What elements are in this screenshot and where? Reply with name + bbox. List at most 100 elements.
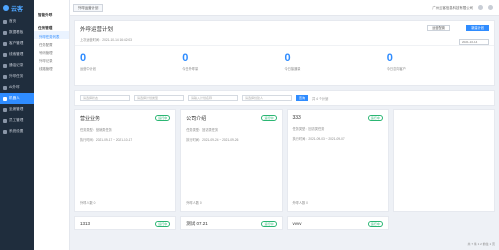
stat-connected: 0 今日接通量 — [285, 46, 387, 85]
sidebar-item-label: 机器人 — [9, 96, 20, 100]
submenu-item[interactable]: 任务配置 — [34, 39, 69, 47]
brand-name: 云客 — [11, 6, 24, 13]
plan-card-mini[interactable]: 1313 运行中 — [74, 216, 177, 230]
sidebar-item-label: AI外呼 — [9, 85, 20, 89]
status-badge: 运行中 — [155, 221, 171, 227]
sidebar-item-label: 外呼任务 — [9, 74, 24, 78]
sidebar-item-settings[interactable]: 系统设置 — [0, 126, 34, 137]
submenu-section-title: 智能外呼 — [38, 13, 53, 17]
stat-label: 今日意向客户 — [386, 67, 406, 71]
plan-time: 执行时间：2021-09-24 ~ 2021-09-26 — [186, 138, 239, 142]
avatar[interactable] — [488, 5, 493, 10]
plan-calls: 外呼人数 0 — [292, 201, 308, 205]
phone-icon — [3, 63, 7, 68]
sidebar-item-customers[interactable]: 客户管理 — [0, 38, 34, 49]
overview-card: 外呼运营计划 上次运营时间：2021-10-14 16:42:03 运营配置 新… — [74, 20, 495, 86]
sidebar-item-label: 通话记录 — [9, 63, 24, 67]
sidebar-item-calls[interactable]: 通话记录 — [0, 60, 34, 71]
page-header: 外呼运营计划 上次运营时间：2021-10-14 16:42:03 运营配置 新… — [75, 21, 494, 45]
status-badge: 运行中 — [155, 115, 171, 121]
plan-grid-row-2: 1313 运行中 测试 07.21 运行中 vvvv 运行中 — [74, 216, 495, 230]
app: 云客 首页 数据看板 客户管理 线索管理 通话记录 外呼任务 AI外呼 机器人 … — [0, 0, 499, 250]
stat-label: 今日接通量 — [284, 67, 301, 71]
submenu-section-title: 任务管理 — [38, 26, 53, 30]
pagination[interactable]: 共 7 条 1 2 前往 1 页 — [467, 242, 495, 246]
leads-icon — [3, 52, 7, 57]
last-run-time: 上次运营时间：2021-10-14 16:42:03 — [80, 38, 132, 42]
stat-intent: 0 今日意向客户 — [387, 46, 489, 85]
sidebar-item-tasks[interactable]: 外呼任务 — [0, 71, 34, 82]
sidebar-item-label: 系统设置 — [9, 129, 24, 133]
submenu-item[interactable]: 外呼记录 — [34, 55, 69, 63]
brand-logo[interactable]: 云客 — [0, 0, 34, 16]
date-picker[interactable]: 2021-10-14 — [459, 39, 489, 45]
chart-icon — [3, 30, 7, 35]
sidebar-item-robot[interactable]: 机器人 — [0, 93, 34, 104]
sidebar-item-label: 客户管理 — [9, 41, 24, 45]
sidebar-item-label: 首页 — [9, 19, 17, 23]
gear-icon — [3, 129, 7, 134]
robot-icon — [3, 85, 7, 90]
type-select[interactable]: 请选择计划类型 — [134, 95, 184, 101]
plan-card[interactable]: 公司介绍 运行中 任务类型：回访类任务 执行时间：2021-09-24 ~ 20… — [180, 109, 283, 212]
stat-label: 运营中计划 — [80, 67, 96, 71]
bell-icon[interactable] — [478, 5, 483, 10]
name-input[interactable]: 请输入计划名称 — [188, 95, 238, 101]
sidebar-item-label: 坐席管理 — [9, 107, 24, 111]
company-name[interactable]: 广州云客信息科技有限公司 — [432, 5, 473, 10]
submenu-item[interactable]: 号码管理 — [34, 47, 69, 55]
plan-type: 任务类型：回访类任务 — [292, 127, 325, 131]
creator-select[interactable]: 请选择创建人 — [242, 95, 292, 101]
sidebar-item-label: 员工管理 — [9, 118, 24, 122]
plan-type: 任务类型：回访类任务 — [186, 128, 219, 132]
secondary-sidebar: 智能外呼 任务管理 外呼任务列表 任务配置 号码管理 外呼记录 线路管理 — [34, 0, 70, 250]
sidebar-item-agents[interactable]: 坐席管理 — [0, 104, 34, 115]
submenu-item[interactable]: 线路管理 — [34, 63, 69, 71]
status-badge: 运行中 — [261, 115, 277, 121]
plan-card-empty — [392, 109, 495, 212]
plan-card-mini[interactable]: 测试 07.21 运行中 — [180, 216, 283, 230]
stats-row: 2021-10-14 0 运营中计划 0 今日外呼量 0 今日接通量 0 今日意向客户 — [75, 39, 494, 85]
stat-value: 0 — [284, 52, 291, 64]
sidebar-item-home[interactable]: 首页 — [0, 16, 34, 27]
stat-value: 0 — [80, 52, 87, 64]
status-badge: 运行中 — [367, 221, 383, 227]
plan-card[interactable]: 333 运行中 任务类型：回访类任务 执行时间：2021-09-03 ~ 202… — [286, 109, 389, 212]
filter-bar: 请选择状态 请选择计划类型 请输入计划名称 请选择创建人 查询 共 4 个计划 — [74, 90, 495, 106]
status-select[interactable]: 请选择状态 — [80, 95, 130, 101]
sidebar-item-staff[interactable]: 员工管理 — [0, 115, 34, 126]
query-button[interactable]: 查询 — [296, 95, 309, 101]
tab-outbound-plan[interactable]: 外呼运营计划 — [73, 4, 104, 12]
headset-icon — [3, 107, 7, 112]
sidebar-item-label: 线索管理 — [9, 52, 24, 56]
plan-title: 1313 — [80, 221, 91, 226]
plan-time: 执行时间：2021-09-17 ~ 2021-10-17 — [80, 138, 133, 142]
plan-card-mini[interactable]: vvvv 运行中 — [286, 216, 389, 230]
submenu-item[interactable]: 外呼任务列表 — [34, 31, 69, 39]
status-badge: 运行中 — [261, 221, 277, 227]
plan-calls: 外呼人数 0 — [80, 201, 96, 205]
sidebar-item-dashboard[interactable]: 数据看板 — [0, 27, 34, 38]
stat-running: 0 运营中计划 — [80, 46, 182, 85]
plan-card-mini-empty — [393, 216, 495, 230]
users-icon — [3, 41, 7, 46]
new-plan-button[interactable]: 新建计划 — [466, 25, 489, 31]
bot-icon — [3, 96, 7, 101]
plan-card[interactable]: 营业业务 运行中 任务类型：营销类任务 执行时间：2021-09-17 ~ 20… — [74, 109, 177, 212]
sidebar-item-leads[interactable]: 线索管理 — [0, 49, 34, 60]
stat-calls: 0 今日外呼量 — [182, 46, 284, 85]
sidebar-item-label: 数据看板 — [9, 30, 24, 34]
logo-icon — [3, 5, 9, 11]
stat-label: 今日外呼量 — [182, 67, 199, 71]
sidebar-item-ai-call[interactable]: AI外呼 — [0, 82, 34, 93]
stat-value: 0 — [386, 52, 393, 64]
config-button[interactable]: 运营配置 — [427, 25, 450, 31]
status-badge: 运行中 — [367, 115, 383, 121]
task-icon — [3, 74, 7, 79]
plan-title: 测试 07.21 — [186, 221, 208, 226]
plan-grid: 营业业务 运行中 任务类型：营销类任务 执行时间：2021-09-17 ~ 20… — [74, 109, 495, 212]
plan-type: 任务类型：营销类任务 — [80, 128, 112, 132]
plan-count: 共 4 个计划 — [312, 96, 329, 101]
main-content: 外呼运营计划 上次运营时间：2021-10-14 16:42:03 运营配置 新… — [74, 20, 495, 230]
plan-title: vvvv — [292, 221, 302, 226]
